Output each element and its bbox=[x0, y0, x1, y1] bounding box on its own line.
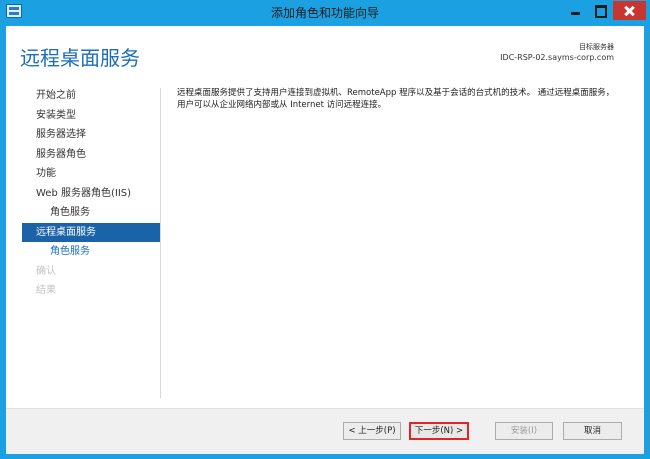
nav-item-web-server-role[interactable]: Web 服务器角色(IIS) bbox=[22, 184, 160, 204]
rds-description: 远程桌面服务提供了支持用户连接到虚拟机、RemoteApp 程序以及基于会话的台… bbox=[177, 88, 615, 110]
nav-item-server-roles[interactable]: 服务器角色 bbox=[22, 145, 160, 165]
wizard-client-area: 远程桌面服务 目标服务器 IDC-RSP-02.sayms-corp.com 开… bbox=[6, 26, 644, 454]
nav-item-results: 结果 bbox=[36, 285, 56, 296]
nav-item-iis-role-services[interactable]: 角色服务 bbox=[22, 203, 160, 223]
wizard-footer: < 上一步(P) 下一步(N) > 安装(I) 取消 bbox=[6, 408, 644, 454]
page-title: 远程桌面服务 bbox=[20, 46, 140, 70]
wizard-nav: 开始之前 安装类型 服务器选择 服务器角色 功能 Web 服务器角色(IIS) … bbox=[22, 86, 160, 301]
minimize-button[interactable] bbox=[563, 1, 587, 20]
nav-item-before-you-begin[interactable]: 开始之前 bbox=[22, 86, 160, 106]
target-server-name: IDC-RSP-02.sayms-corp.com bbox=[500, 53, 614, 62]
install-button: 安装(I) bbox=[495, 422, 553, 440]
wizard-window: 添加角色和功能向导 远程桌面服务 目标服务器 IDC-RSP-02.sayms-… bbox=[0, 0, 650, 459]
close-button[interactable] bbox=[613, 1, 646, 20]
nav-item-confirmation: 确认 bbox=[36, 265, 56, 277]
cancel-button[interactable]: 取消 bbox=[563, 422, 622, 440]
nav-divider bbox=[160, 88, 161, 398]
maximize-button[interactable] bbox=[588, 1, 612, 20]
previous-button[interactable]: < 上一步(P) bbox=[343, 422, 401, 440]
target-server-label: 目标服务器 bbox=[579, 43, 614, 51]
nav-item-features[interactable]: 功能 bbox=[22, 164, 160, 184]
next-button[interactable]: 下一步(N) > bbox=[409, 422, 469, 440]
nav-item-rds-role-services[interactable]: 角色服务 bbox=[22, 242, 160, 262]
window-title: 添加角色和功能向导 bbox=[270, 6, 379, 20]
nav-item-server-selection[interactable]: 服务器选择 bbox=[22, 125, 160, 145]
title-bar[interactable]: 添加角色和功能向导 bbox=[0, 0, 650, 24]
nav-item-remote-desktop-services[interactable]: 远程桌面服务 bbox=[22, 222, 160, 242]
nav-item-installation-type[interactable]: 安装类型 bbox=[22, 106, 160, 126]
